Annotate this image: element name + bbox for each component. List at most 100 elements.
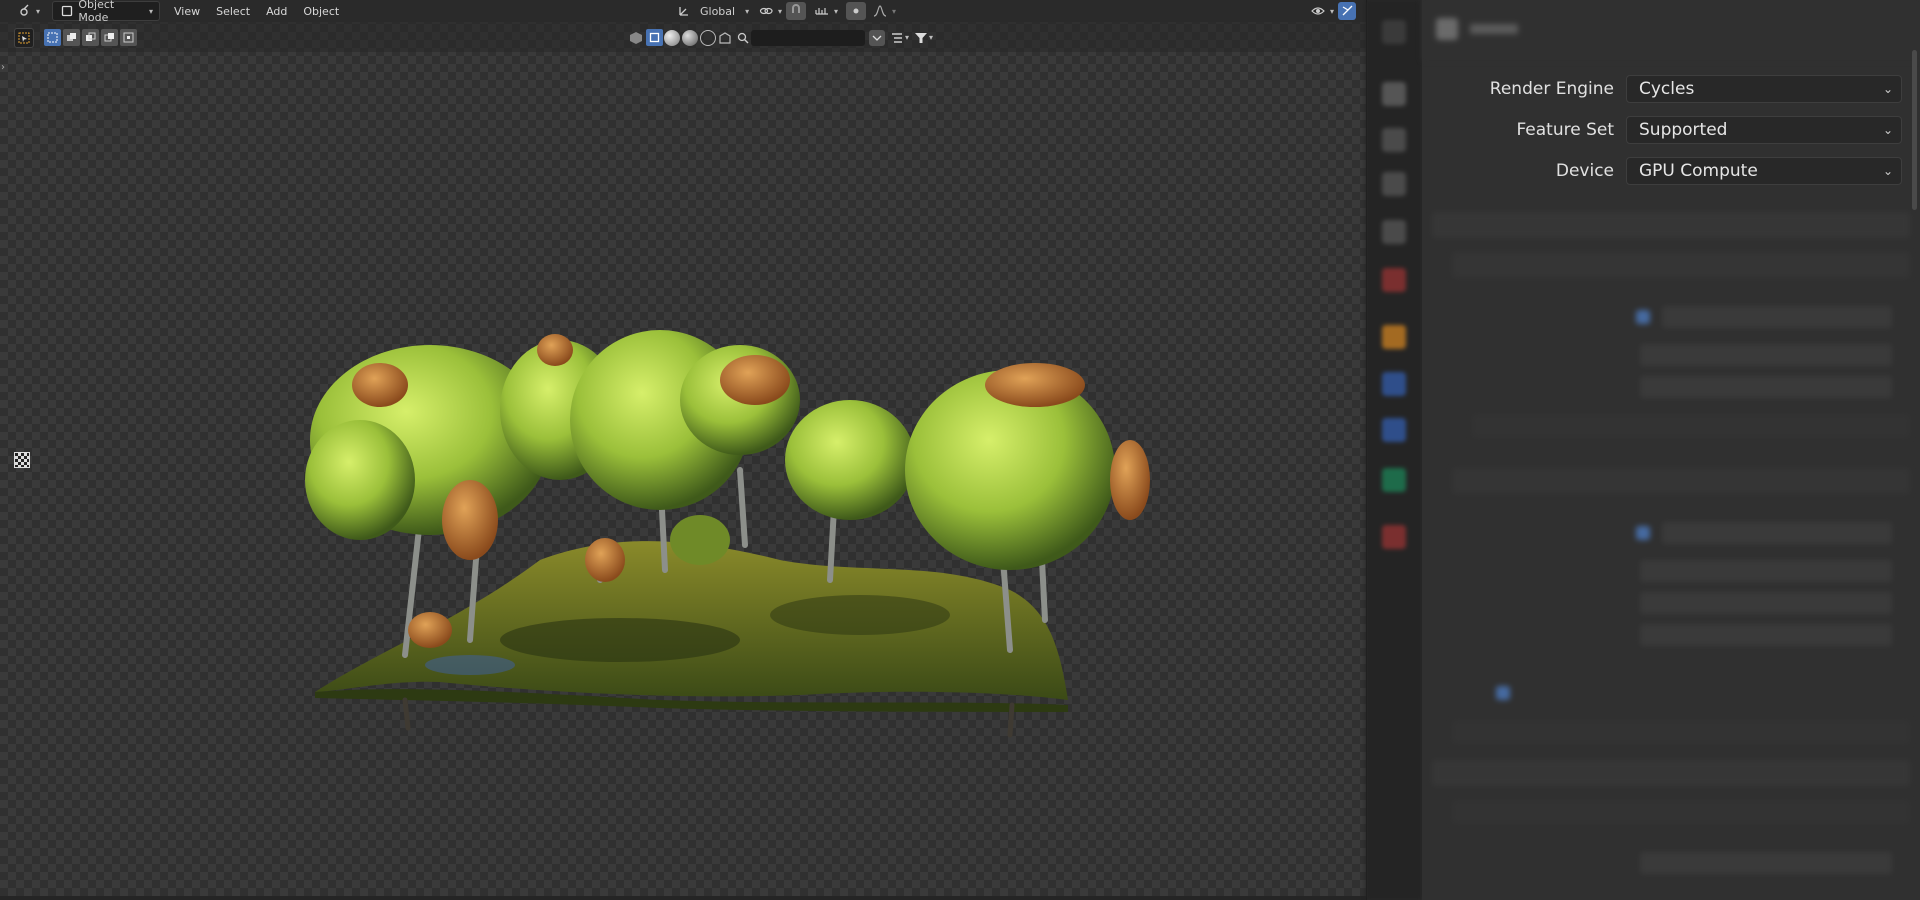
feature-set-value: Supported [1639,120,1728,140]
chevron-down-icon: ▾ [149,6,154,16]
outliner-filter-icon[interactable] [889,30,905,46]
modifier-tab-icon[interactable] [1382,372,1406,396]
device-label: Device [1555,161,1614,181]
material-tab-icon[interactable] [1382,525,1406,549]
menu-view[interactable]: View [166,5,208,18]
denoise-subpanel[interactable] [1472,414,1910,438]
header-title-placeholder [1470,24,1518,34]
properties-editor: Render Engine Cycles ⌄ Feature Set Suppo… [1422,0,1920,900]
feature-set-dropdown[interactable]: Supported ⌄ [1626,116,1902,144]
cursor-select-icon [16,30,32,46]
render-engine-value: Cycles [1639,79,1695,99]
menu-add[interactable]: Add [258,5,295,18]
chevron-down-icon: ⌄ [1882,123,1893,137]
falloff-curve-icon [872,3,888,19]
overlay-icon[interactable] [717,30,733,46]
max-bounces-subpanel[interactable] [1452,800,1910,824]
chevron-down-icon: ▾ [834,6,839,16]
xray-icon[interactable] [628,30,644,46]
toolbar-expand-icon[interactable]: › [1,62,5,73]
viewport-subpanel[interactable] [1452,252,1910,278]
render-noise-threshold-field[interactable] [1662,522,1892,544]
editor-type-button[interactable]: ▾ [10,2,46,20]
menu-select[interactable]: Select [208,5,258,18]
checker-toggle-icon[interactable] [14,452,30,468]
proportional-edit-toggle[interactable] [846,2,866,20]
advanced-subpanel[interactable] [1452,720,1910,744]
constraints-tab-icon[interactable] [1382,468,1406,492]
snap-target-dropdown[interactable]: ▾ [808,2,844,20]
render-subpanel[interactable] [1452,468,1910,494]
chevron-down-icon: ▾ [905,33,910,42]
physics-tab-icon[interactable] [1382,418,1406,442]
device-dropdown[interactable]: GPU Compute ⌄ [1626,157,1902,185]
solid-shading-icon[interactable] [646,29,663,46]
snap-increment-icon [814,3,830,19]
object-tab-icon[interactable] [1382,325,1406,349]
3d-viewport[interactable]: ▾ Object Mode ▾ View Select Add Object G… [0,0,1366,900]
total-bounces-field[interactable] [1640,852,1892,874]
mode-label: Object Mode [78,0,115,24]
gizmo-toggle[interactable] [1338,2,1356,20]
falloff-dropdown[interactable]: ▾ [866,2,902,20]
select-difference-icon[interactable] [101,29,118,46]
noise-threshold-field[interactable] [1662,306,1892,328]
render-max-samples-field[interactable] [1640,560,1892,582]
chevron-down-icon: ▾ [929,33,934,42]
output-tab-icon[interactable] [1382,128,1406,152]
max-samples-field[interactable] [1640,344,1892,366]
view-layer-tab-icon[interactable] [1382,172,1406,196]
chevron-down-icon: ▾ [778,6,783,16]
chevron-down-icon: ▾ [36,6,41,16]
search-input[interactable] [751,29,865,46]
denoise-checkbox[interactable] [1496,686,1510,700]
eye-icon [1310,3,1326,19]
proportional-dot-icon [848,3,864,19]
render-tab-icon[interactable] [1382,82,1406,106]
active-tool-button[interactable] [14,28,34,48]
select-box-icon[interactable] [44,29,61,46]
transform-orientation-dropdown[interactable]: Global ▾ [670,2,755,20]
min-samples-field[interactable] [1640,376,1892,398]
mode-dropdown[interactable]: Object Mode ▾ [52,0,161,24]
chevron-down-icon: ⌄ [1882,82,1893,96]
object-mode-icon [59,3,74,19]
sampling-panel-header[interactable] [1432,212,1910,238]
world-tab-icon[interactable] [1382,268,1406,292]
viewport-tool-header: ▾ ▾ [0,22,1366,52]
render-engine-row: Render Engine Cycles ⌄ [1422,74,1920,104]
viewport-header: ▾ Object Mode ▾ View Select Add Object G… [0,0,1366,24]
menu-object[interactable]: Object [295,5,347,18]
search-icon [735,30,751,46]
rendered-forest-scene [305,330,1150,738]
render-engine-dropdown[interactable]: Cycles ⌄ [1626,75,1902,103]
rendered-shading-icon[interactable] [682,29,698,46]
scene-tab-icon[interactable] [1382,220,1406,244]
noise-threshold-checkbox[interactable] [1636,310,1650,324]
visibility-dropdown[interactable]: ▾ [1304,2,1340,20]
select-extend-icon[interactable] [63,29,80,46]
editor-type-icon [16,3,32,19]
time-limit-field[interactable] [1640,624,1892,646]
light-paths-panel[interactable] [1432,760,1910,786]
link-icon [758,3,774,19]
feature-set-row: Feature Set Supported ⌄ [1422,115,1920,145]
pivot-dropdown[interactable]: ▾ [752,2,788,20]
tool-tab-icon[interactable] [1382,20,1406,44]
chevron-down-icon: ▾ [1330,6,1335,16]
device-row: Device GPU Compute ⌄ [1422,156,1920,186]
properties-scrollbar[interactable] [1912,50,1917,210]
wireframe-sphere-icon[interactable] [700,29,716,46]
render-properties-icon [1436,18,1458,40]
snap-toggle[interactable] [786,2,806,20]
device-value: GPU Compute [1639,161,1758,181]
chevron-down-icon: ▾ [745,6,750,16]
select-intersect-icon[interactable] [120,29,137,46]
material-preview-icon[interactable] [664,29,680,46]
funnel-icon[interactable] [913,30,929,46]
select-subtract-icon[interactable] [82,29,99,46]
render-min-samples-field[interactable] [1640,592,1892,614]
render-noise-threshold-checkbox[interactable] [1636,526,1650,540]
chevron-down-icon: ▾ [892,6,897,16]
filter-toggle-icon[interactable] [869,29,885,46]
